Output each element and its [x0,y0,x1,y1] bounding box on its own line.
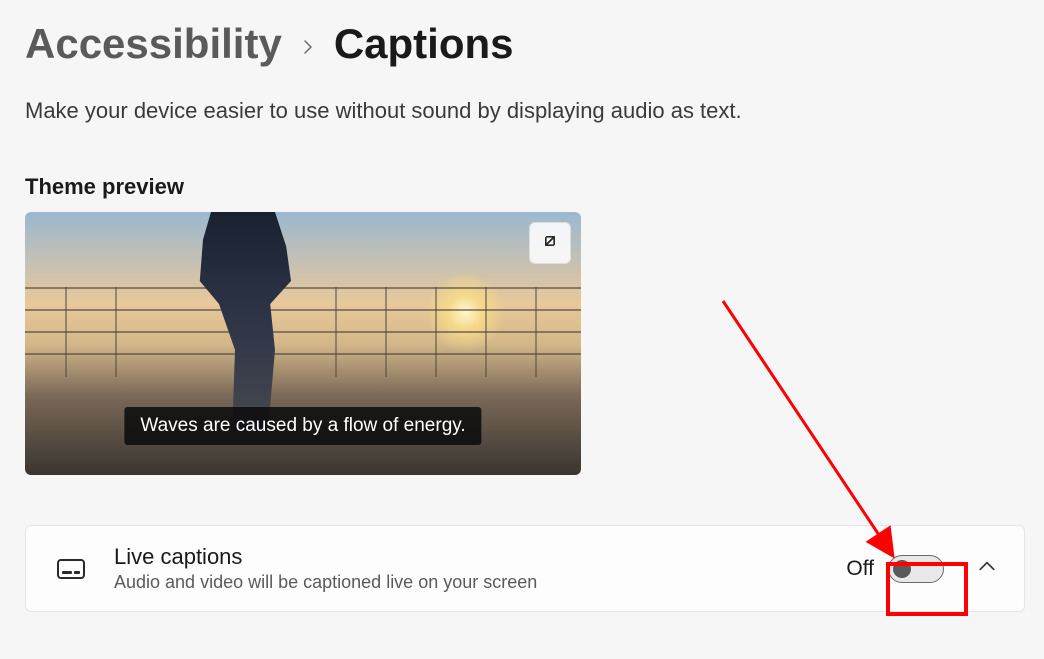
breadcrumb: Accessibility Captions [25,20,1019,68]
toggle-knob [893,560,911,578]
toggle-state-label: Off [846,557,874,581]
expand-collapse-button[interactable] [978,557,996,580]
captions-icon [54,552,88,586]
live-captions-subtitle: Audio and video will be captioned live o… [114,572,820,593]
live-captions-text: Live captions Audio and video will be ca… [114,544,820,593]
expand-preview-button[interactable] [529,222,571,264]
chevron-up-icon [978,562,996,579]
live-captions-toggle[interactable] [888,555,944,583]
theme-preview-card: Waves are caused by a flow of energy. [25,212,581,475]
theme-preview-heading: Theme preview [25,174,1019,200]
live-captions-title: Live captions [114,544,820,570]
live-captions-toggle-group: Off [846,555,944,583]
chevron-right-icon [300,35,316,61]
page-title: Captions [334,20,514,68]
caption-sample-text: Waves are caused by a flow of energy. [124,407,481,445]
page-description: Make your device easier to use without s… [25,98,1019,124]
live-captions-setting-row: Live captions Audio and video will be ca… [25,525,1025,612]
expand-icon [540,231,560,256]
breadcrumb-parent-link[interactable]: Accessibility [25,20,282,68]
